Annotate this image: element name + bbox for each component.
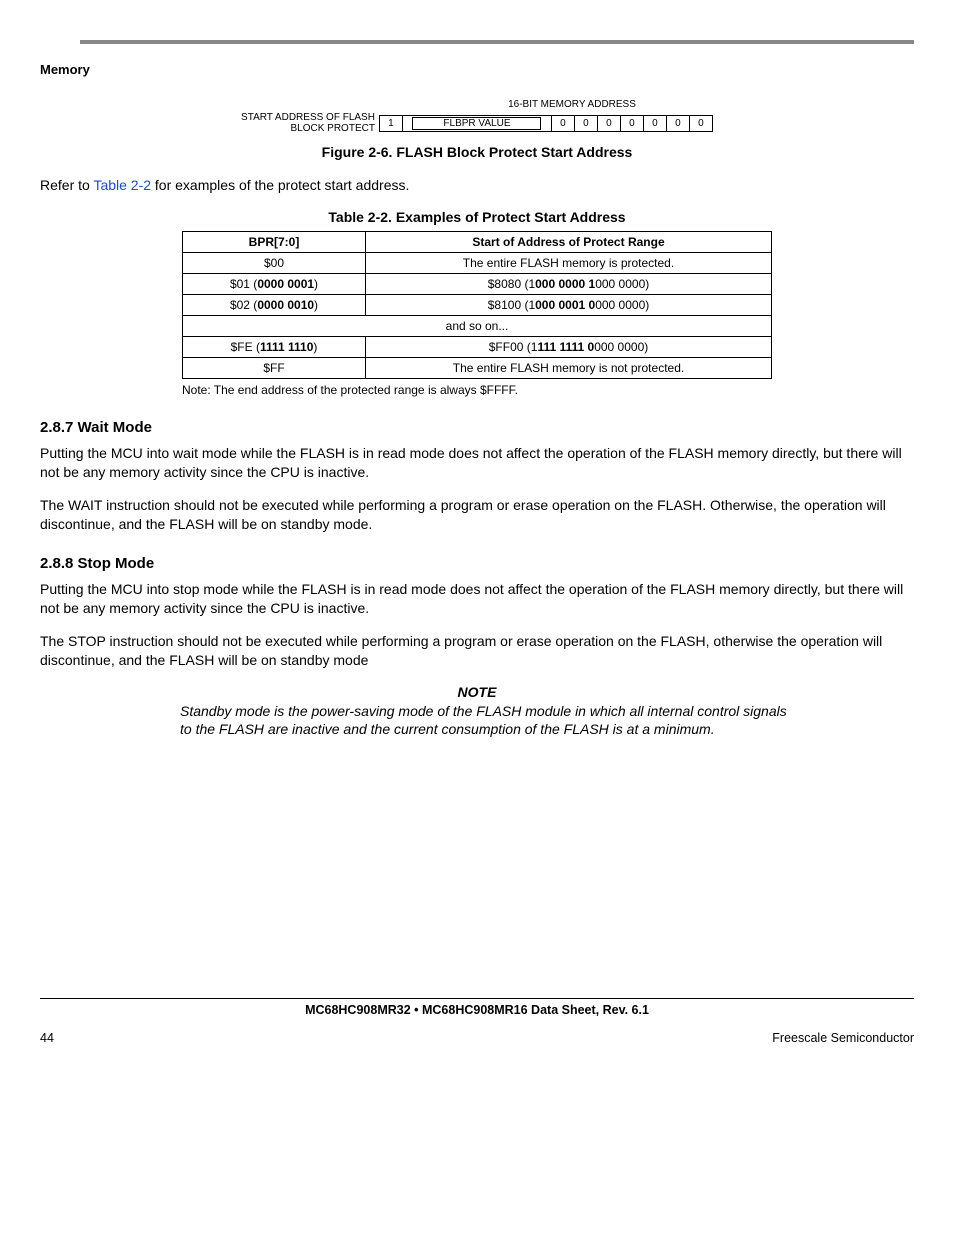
bit-z5: 0	[666, 115, 689, 131]
bit-z4: 0	[643, 115, 666, 131]
cell-andsoon: and so on...	[183, 315, 772, 336]
table-row-span: and so on...	[183, 315, 772, 336]
th-start-addr: Start of Address of Protect Range	[366, 231, 772, 252]
cell-bpr-02: $02 (0000 0010)	[183, 294, 366, 315]
bit-z3: 0	[620, 115, 643, 131]
note-body: Standby mode is the power-saving mode of…	[180, 702, 794, 738]
fig26-bit-table: 1 FLBPR VALUE 0 0 0 0 0 0 0	[379, 115, 713, 132]
table-row: $FF The entire FLASH memory is not prote…	[183, 357, 772, 378]
bit-z1: 0	[574, 115, 597, 131]
bit-z6: 0	[689, 115, 712, 131]
bit-z0: 0	[551, 115, 574, 131]
fig26-diagram: START ADDRESS OF FLASH BLOCK PROTECT 1 F…	[40, 112, 914, 134]
heading-2-8-8: 2.8.8 Stop Mode	[40, 555, 914, 572]
cell-desc-02: $8100 (1000 0001 0000 0000)	[366, 294, 772, 315]
page-number: 44	[40, 1031, 54, 1045]
table-header-row: BPR[7:0] Start of Address of Protect Ran…	[183, 231, 772, 252]
intro-post: for examples of the protect start addres…	[151, 177, 409, 193]
cell-bpr-ff: $FF	[183, 357, 366, 378]
cell-desc-01: $8080 (1000 0000 1000 0000)	[366, 273, 772, 294]
heading-2-8-7: 2.8.7 Wait Mode	[40, 419, 914, 436]
cell-desc-fe: $FF00 (1111 1111 0000 0000)	[366, 336, 772, 357]
cell-desc-00: The entire FLASH memory is protected.	[366, 252, 772, 273]
footer-vendor: Freescale Semiconductor	[772, 1031, 914, 1045]
table22-caption: Table 2-2. Examples of Protect Start Add…	[40, 209, 914, 225]
footer-doc-title: MC68HC908MR32 • MC68HC908MR16 Data Sheet…	[40, 1003, 914, 1017]
fig26-top-label: 16-BIT MEMORY ADDRESS	[230, 99, 914, 110]
fig26-left-line1: START ADDRESS OF FLASH	[241, 112, 375, 123]
sec288-p1: Putting the MCU into stop mode while the…	[40, 580, 914, 618]
intro-paragraph: Refer to Table 2-2 for examples of the p…	[40, 176, 914, 195]
table-row: $00 The entire FLASH memory is protected…	[183, 252, 772, 273]
intro-pre: Refer to	[40, 177, 93, 193]
table-2-2: BPR[7:0] Start of Address of Protect Ran…	[182, 231, 772, 379]
table-row: $01 (0000 0001) $8080 (1000 0000 1000 00…	[183, 273, 772, 294]
flbpr-value-cell: FLBPR VALUE	[402, 115, 551, 131]
cell-bpr-00: $00	[183, 252, 366, 273]
flbpr-label: FLBPR VALUE	[412, 117, 541, 130]
table-2-2-link[interactable]: Table 2-2	[93, 177, 151, 193]
note-heading: NOTE	[40, 684, 914, 700]
running-header: Memory	[40, 62, 914, 77]
th-bpr: BPR[7:0]	[183, 231, 366, 252]
sec288-p2: The STOP instruction should not be execu…	[40, 632, 914, 670]
fig26-left-label: START ADDRESS OF FLASH BLOCK PROTECT	[241, 112, 375, 134]
footer: MC68HC908MR32 • MC68HC908MR16 Data Sheet…	[40, 998, 914, 1045]
cell-bpr-01: $01 (0000 0001)	[183, 273, 366, 294]
table-row: $02 (0000 0010) $8100 (1000 0001 0000 00…	[183, 294, 772, 315]
bit-z2: 0	[597, 115, 620, 131]
header-rule	[80, 40, 914, 44]
table22-footnote: Note: The end address of the protected r…	[182, 383, 914, 397]
sec287-p2: The WAIT instruction should not be execu…	[40, 496, 914, 534]
fig26-left-line2: BLOCK PROTECT	[290, 123, 374, 134]
bit-15: 1	[379, 115, 402, 131]
fig26-caption: Figure 2-6. FLASH Block Protect Start Ad…	[40, 144, 914, 160]
table-row: $FE (1111 1110) $FF00 (1111 1111 0000 00…	[183, 336, 772, 357]
cell-desc-ff: The entire FLASH memory is not protected…	[366, 357, 772, 378]
sec287-p1: Putting the MCU into wait mode while the…	[40, 444, 914, 482]
cell-bpr-fe: $FE (1111 1110)	[183, 336, 366, 357]
